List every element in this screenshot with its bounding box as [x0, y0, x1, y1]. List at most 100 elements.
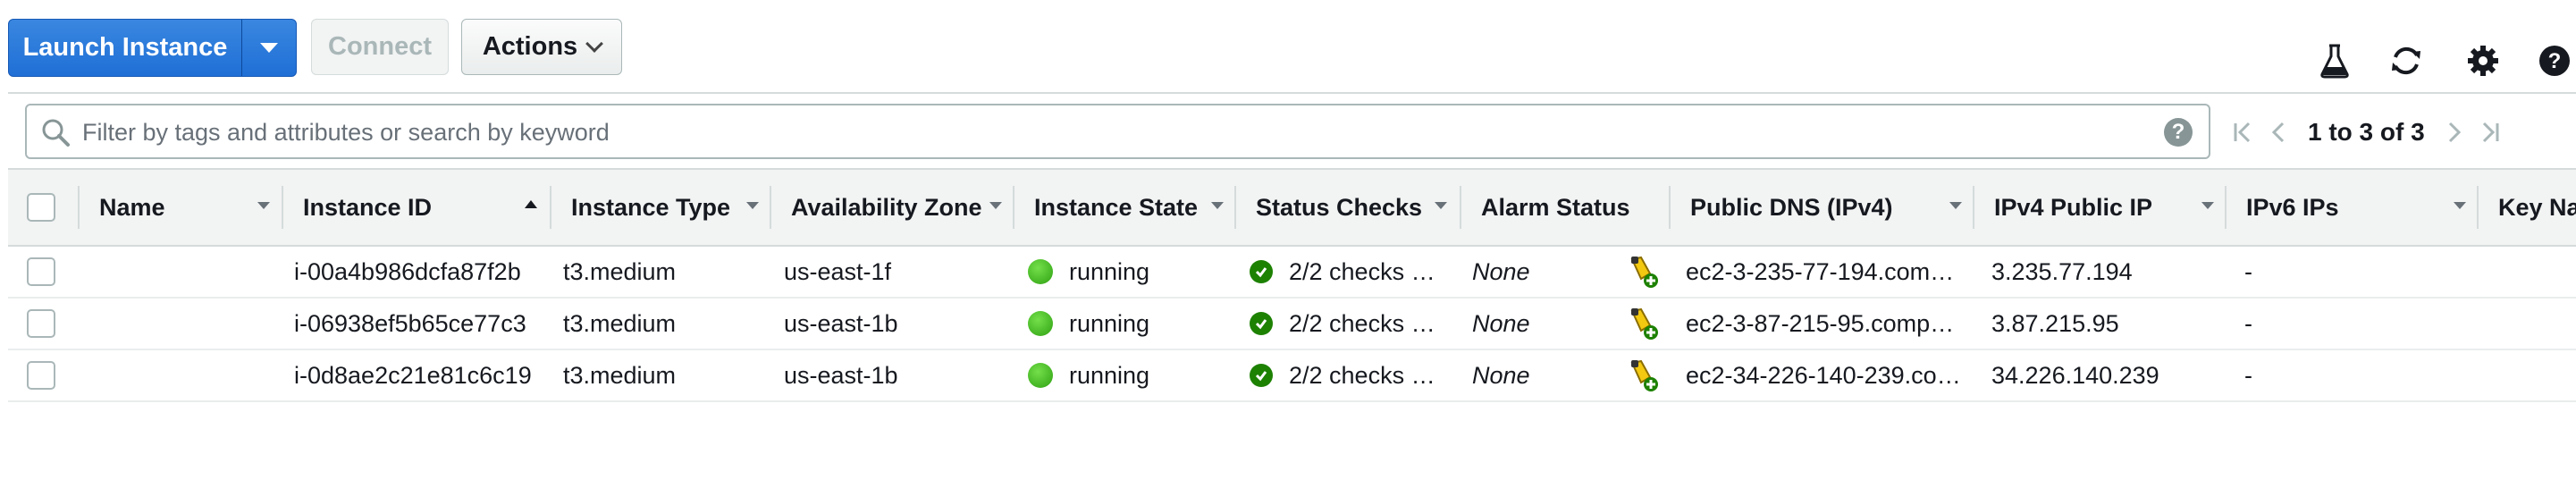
actions-button[interactable]: Actions: [461, 19, 622, 75]
help-icon[interactable]: ?: [2537, 43, 2572, 79]
status-checks-label[interactable]: 2/2 checks …: [1289, 362, 1435, 390]
state-label: running: [1069, 309, 1150, 337]
state-label: running: [1069, 257, 1150, 285]
toolbar-divider: [8, 92, 2576, 94]
cell-name: [99, 247, 278, 297]
sort-ascending-icon: [525, 200, 537, 208]
status-checks-label[interactable]: 2/2 checks …: [1289, 258, 1435, 286]
cell-availability-zone: us-east-1b: [784, 309, 898, 337]
row-checkbox-cell: [27, 247, 55, 297]
chevron-down-icon: [585, 34, 604, 53]
refresh-icon[interactable]: [2388, 43, 2424, 79]
flask-icon[interactable]: [2317, 43, 2353, 79]
row-checkbox[interactable]: [27, 309, 55, 338]
cell-ipv6-ips: -: [2244, 257, 2252, 285]
row-checkbox-cell: [27, 350, 55, 400]
column-header-ipv6-ips[interactable]: IPv6 IPs: [2227, 170, 2479, 245]
sort-icon: [989, 202, 1002, 209]
create-alarm-icon[interactable]: [1627, 247, 1663, 297]
state-label: running: [1069, 361, 1150, 389]
caret-down-icon: [260, 43, 278, 53]
cell-ipv6-ips: -: [2244, 309, 2252, 337]
toolbar: Launch Instance Connect Actions ?: [0, 0, 2576, 89]
filter-bar: ?: [25, 104, 2210, 159]
cell-public-dns: ec2-3-235-77-194.com…: [1686, 257, 1955, 285]
column-label: Name: [99, 193, 165, 221]
table-header: Name Instance ID Instance Type Availabil…: [8, 168, 2576, 247]
filter-help-icon[interactable]: ?: [2164, 118, 2193, 147]
gear-icon[interactable]: [2465, 43, 2501, 79]
launch-instance-dropdown-button[interactable]: [241, 20, 296, 76]
column-header-availability-zone[interactable]: Availability Zone: [771, 170, 1014, 245]
column-header-alarm-status[interactable]: Alarm Status: [1461, 170, 1671, 245]
search-icon: [42, 119, 70, 147]
cell-public-dns: ec2-34-226-140-239.co…: [1686, 361, 1961, 389]
pagination: 1 to 3 of 3: [2226, 107, 2507, 157]
column-header-status-checks[interactable]: Status Checks: [1236, 170, 1461, 245]
instances-table: Name Instance ID Instance Type Availabil…: [8, 168, 2576, 402]
cell-instance-type: t3.medium: [563, 361, 677, 389]
row-checkbox[interactable]: [27, 361, 55, 390]
column-header-public-dns[interactable]: Public DNS (IPv4): [1671, 170, 1974, 245]
column-header-name[interactable]: Name: [80, 170, 283, 245]
launch-instance-button[interactable]: Launch Instance: [9, 20, 241, 76]
sort-icon: [1435, 202, 1447, 209]
previous-page-icon[interactable]: [2261, 114, 2297, 150]
check-circle-icon: [1250, 260, 1273, 283]
launch-instance-button-group: Launch Instance: [8, 19, 297, 77]
status-checks-label[interactable]: 2/2 checks …: [1289, 310, 1435, 338]
cell-instance-id: i-0d8ae2c21e81c6c19: [294, 361, 532, 389]
create-alarm-icon[interactable]: [1627, 350, 1663, 400]
column-label: Alarm Status: [1481, 193, 1630, 221]
row-checkbox-cell: [27, 299, 55, 349]
column-header-key-name[interactable]: Key Na: [2479, 170, 2576, 245]
cell-availability-zone: us-east-1f: [784, 257, 892, 285]
column-label: Instance ID: [303, 193, 433, 221]
running-status-icon: [1028, 363, 1053, 388]
sort-icon: [2454, 202, 2466, 209]
cell-instance-state: running: [1028, 350, 1233, 400]
cell-alarm-status: None: [1472, 309, 1530, 337]
row-checkbox[interactable]: [27, 257, 55, 286]
select-all-cell: [8, 170, 80, 245]
column-header-instance-id[interactable]: Instance ID: [283, 170, 551, 245]
running-status-icon: [1028, 259, 1053, 284]
check-circle-icon: [1250, 364, 1273, 387]
sort-icon: [746, 202, 759, 209]
column-label: Instance State: [1034, 193, 1199, 221]
svg-text:?: ?: [2548, 49, 2562, 73]
column-label: IPv6 IPs: [2246, 193, 2339, 221]
actions-label: Actions: [482, 32, 578, 61]
cell-ipv4-public-ip: 3.87.215.95: [1991, 309, 2119, 337]
cell-status-checks: 2/2 checks …: [1250, 247, 1455, 297]
table-row[interactable]: i-00a4b986dcfa87f2b t3.medium us-east-1f…: [8, 247, 2576, 299]
cell-alarm-status: None: [1472, 361, 1530, 389]
cell-instance-state: running: [1028, 247, 1233, 297]
create-alarm-icon[interactable]: [1627, 299, 1663, 349]
connect-button[interactable]: Connect: [311, 19, 449, 75]
next-page-icon[interactable]: [2436, 114, 2471, 150]
cell-ipv6-ips: -: [2244, 361, 2252, 389]
search-input[interactable]: [80, 113, 2140, 152]
select-all-checkbox[interactable]: [27, 193, 55, 222]
cell-alarm-status: None: [1472, 257, 1530, 285]
running-status-icon: [1028, 311, 1053, 336]
sort-icon: [2201, 202, 2214, 209]
table-row[interactable]: i-06938ef5b65ce77c3 t3.medium us-east-1b…: [8, 299, 2576, 350]
column-label: Public DNS (IPv4): [1690, 193, 1893, 221]
column-header-instance-state[interactable]: Instance State: [1014, 170, 1236, 245]
first-page-icon[interactable]: [2226, 114, 2261, 150]
cell-public-dns: ec2-3-87-215-95.comp…: [1686, 309, 1955, 337]
last-page-icon[interactable]: [2471, 114, 2507, 150]
cell-status-checks: 2/2 checks …: [1250, 299, 1455, 349]
cell-instance-id: i-06938ef5b65ce77c3: [294, 309, 526, 337]
cell-ipv4-public-ip: 3.235.77.194: [1991, 257, 2133, 285]
table-row[interactable]: i-0d8ae2c21e81c6c19 t3.medium us-east-1b…: [8, 350, 2576, 402]
cell-name: [99, 350, 278, 400]
column-header-instance-type[interactable]: Instance Type: [551, 170, 771, 245]
cell-availability-zone: us-east-1b: [784, 361, 898, 389]
cell-instance-type: t3.medium: [563, 309, 677, 337]
cell-ipv4-public-ip: 34.226.140.239: [1991, 361, 2159, 389]
column-header-ipv4-public-ip[interactable]: IPv4 Public IP: [1974, 170, 2227, 245]
pagination-count: 1 to 3 of 3: [2308, 118, 2425, 146]
